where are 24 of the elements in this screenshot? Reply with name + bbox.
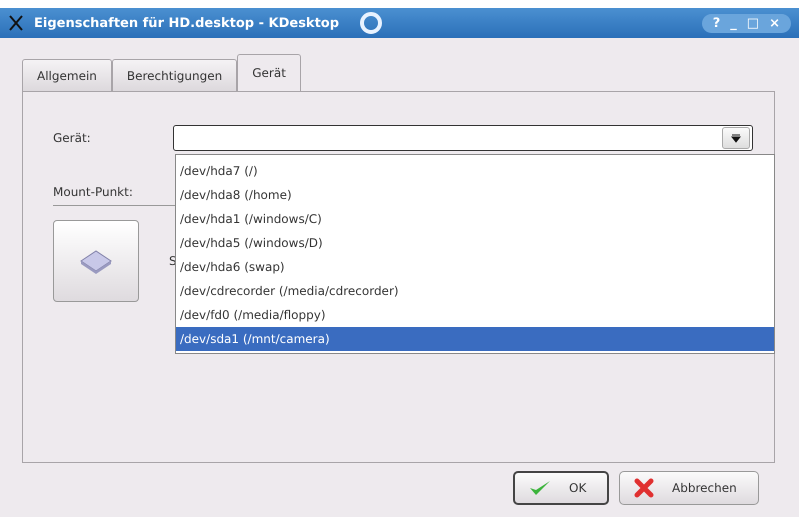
dropdown-option[interactable]: /dev/fd0 (/media/floppy): [176, 303, 774, 327]
device-combo-box[interactable]: [172, 125, 753, 151]
dropdown-option[interactable]: /dev/hda7 (/): [176, 159, 774, 183]
dropdown-option[interactable]: /dev/hda8 (/home): [176, 183, 774, 207]
x-logo-icon: [8, 15, 24, 31]
dropdown-option[interactable]: /dev/hda1 (/windows/C): [176, 207, 774, 231]
dropdown-button[interactable]: [722, 127, 750, 149]
tab[interactable]: Allgemein: [22, 59, 112, 91]
dropdown-option[interactable]: /dev/hda5 (/windows/D): [176, 231, 774, 255]
dropdown-option[interactable]: /dev/sda1 (/mnt/camera): [176, 327, 774, 351]
close-icon: [634, 478, 654, 498]
field-label: Gerät:: [53, 131, 91, 145]
icon-button[interactable]: [53, 220, 139, 302]
drive-icon: [79, 248, 113, 274]
dropdown-option[interactable]: /dev/hda6 (swap): [176, 255, 774, 279]
check-icon: [529, 479, 551, 497]
ok-button[interactable]: OK: [513, 471, 609, 505]
dropdown-option[interactable]: /dev/cdrecorder (/media/cdrecorder): [176, 279, 774, 303]
window-title: Eigenschaften für HD.desktop - KDesktop: [34, 16, 340, 30]
field-label: Mount-Punkt:: [53, 185, 133, 199]
cancel-button[interactable]: Abbrechen: [619, 471, 759, 505]
tab[interactable]: Gerät: [237, 54, 301, 91]
tab[interactable]: Berechtigungen: [112, 59, 238, 91]
caret-icon: [730, 133, 741, 143]
